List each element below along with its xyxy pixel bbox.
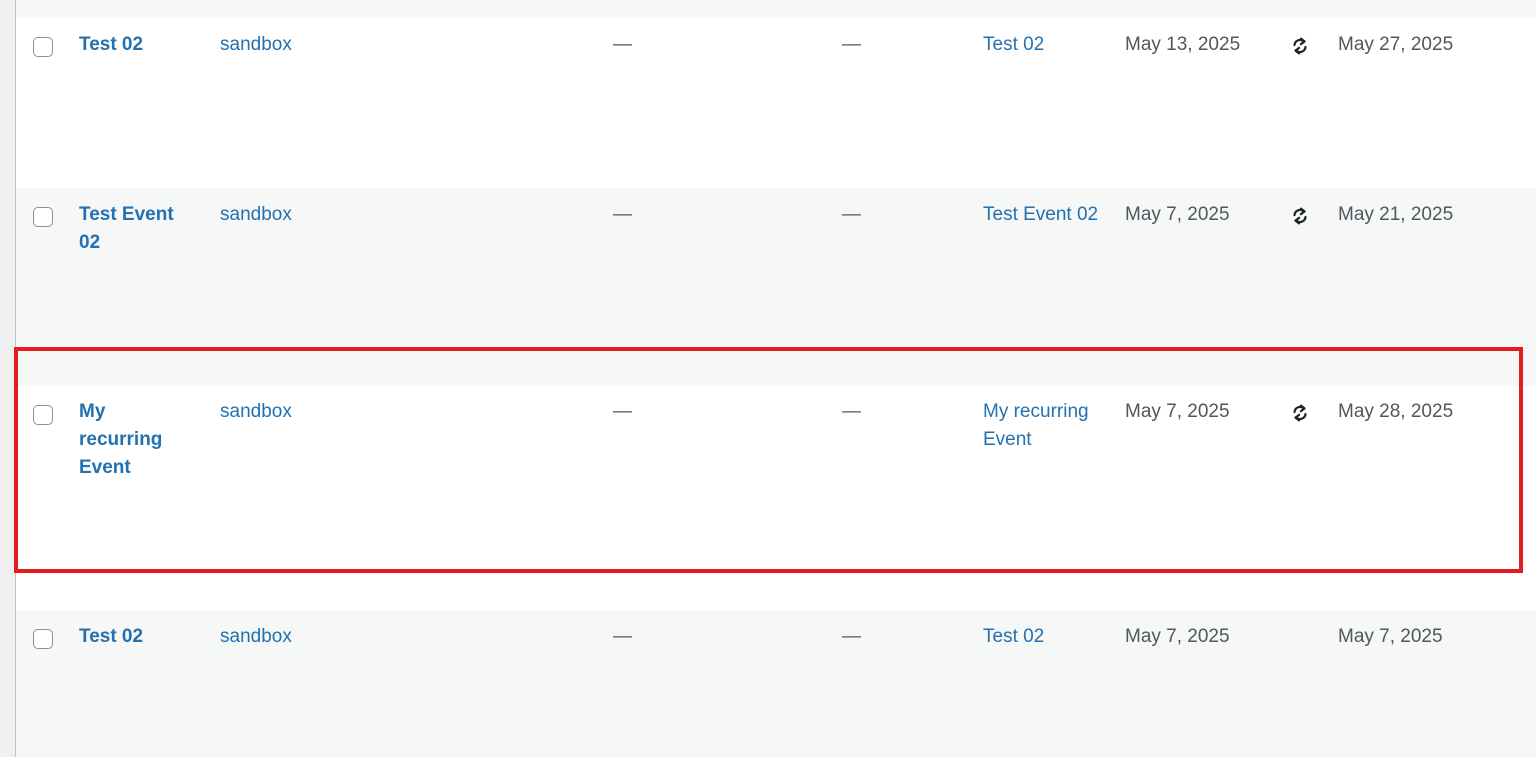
empty-cell: —	[842, 204, 861, 225]
empty-cell: —	[613, 626, 632, 647]
row-checkbox[interactable]	[33, 207, 53, 227]
highlight-box	[14, 347, 1523, 573]
table-row: Test 02 sandbox — — Test 02 May 13, 2025…	[16, 18, 1536, 188]
event-title-link[interactable]: Test 02	[79, 623, 189, 651]
repeat-icon	[1293, 37, 1307, 55]
empty-cell: —	[613, 34, 632, 55]
start-date: May 13, 2025	[1125, 34, 1241, 55]
end-date: May 21, 2025	[1338, 204, 1454, 225]
event-title-link[interactable]: Test Event 02	[79, 201, 189, 257]
start-date: May 7, 2025	[1125, 204, 1230, 225]
empty-cell: —	[842, 34, 861, 55]
event-link[interactable]: Test 02	[983, 31, 1101, 59]
row-checkbox[interactable]	[33, 37, 53, 57]
end-date: May 7, 2025	[1338, 626, 1443, 647]
event-link[interactable]: Test Event 02	[983, 201, 1101, 229]
table-row: Test 02 sandbox — — Test 02 May 7, 2025 …	[16, 611, 1536, 757]
empty-cell: —	[613, 204, 632, 225]
author-link[interactable]: sandbox	[220, 623, 292, 651]
start-date: May 7, 2025	[1125, 626, 1230, 647]
event-title-link[interactable]: Test 02	[79, 31, 189, 59]
repeat-icon	[1293, 207, 1307, 225]
event-link[interactable]: Test 02	[983, 623, 1101, 651]
empty-cell: —	[842, 626, 861, 647]
author-link[interactable]: sandbox	[220, 31, 292, 59]
row-checkbox[interactable]	[33, 629, 53, 649]
end-date: May 27, 2025	[1338, 34, 1454, 55]
author-link[interactable]: sandbox	[220, 201, 292, 229]
